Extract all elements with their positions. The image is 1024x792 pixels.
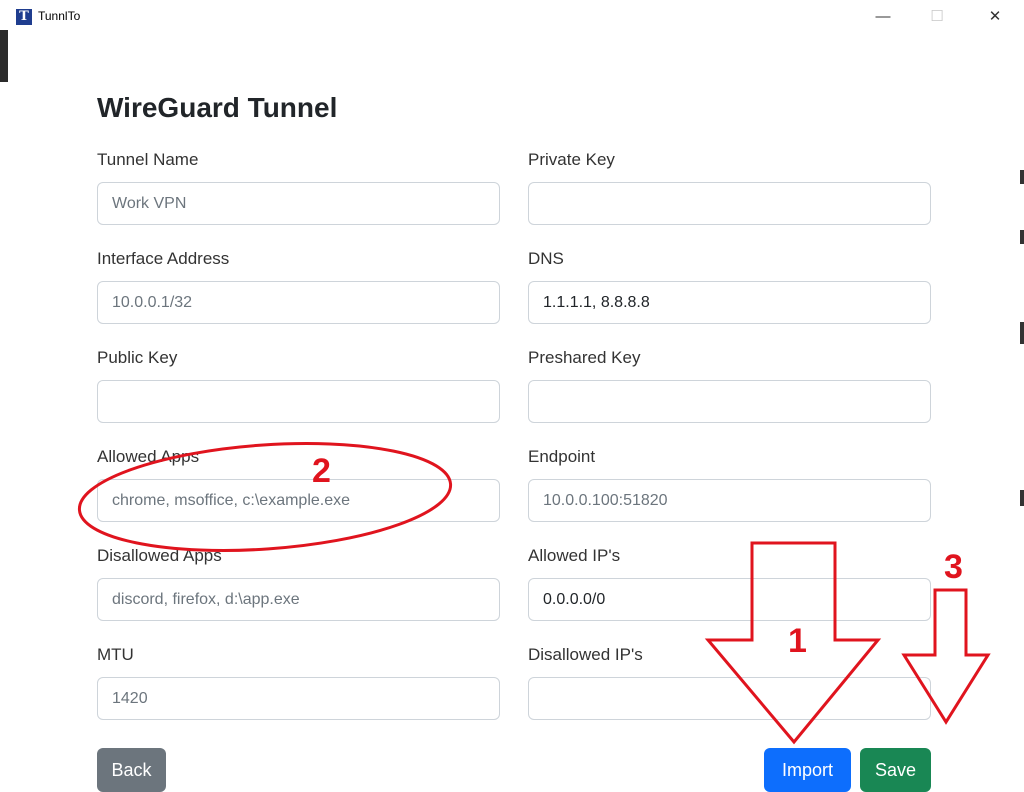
background-window-edge-right <box>1018 0 1024 787</box>
interface-address-input[interactable] <box>97 281 500 324</box>
save-button[interactable]: Save <box>860 748 931 792</box>
public-key-input[interactable] <box>97 380 500 423</box>
allowed-apps-label: Allowed Apps <box>97 447 200 466</box>
back-button[interactable]: Back <box>97 748 166 792</box>
maximize-button[interactable]: ☐ <box>914 0 960 34</box>
disallowed-apps-input[interactable] <box>97 578 500 621</box>
public-key-label: Public Key <box>97 348 178 367</box>
mtu-input[interactable] <box>97 677 500 720</box>
window-title: TunnlTo <box>38 9 81 23</box>
mtu-label: MTU <box>97 645 134 664</box>
private-key-label: Private Key <box>528 150 615 169</box>
preshared-key-label: Preshared Key <box>528 348 641 367</box>
background-window-edge <box>0 0 8 787</box>
dns-input[interactable] <box>528 281 931 324</box>
window-titlebar: T TunnlTo — ☐ ✕ <box>8 0 1018 34</box>
preshared-key-input[interactable] <box>528 380 931 423</box>
allowed-ips-label: Allowed IP's <box>528 546 621 565</box>
private-key-input[interactable] <box>528 182 931 225</box>
tunnel-name-input[interactable] <box>97 182 500 225</box>
disallowed-ips-input[interactable] <box>528 677 931 720</box>
page-title: WireGuard Tunnel <box>97 92 338 123</box>
endpoint-label: Endpoint <box>528 447 596 466</box>
annotation-number-1: 1 <box>788 622 807 660</box>
tunnel-name-label: Tunnel Name <box>97 150 199 169</box>
dns-label: DNS <box>528 249 564 268</box>
allowed-ips-input[interactable] <box>528 578 931 621</box>
import-button[interactable]: Import <box>764 748 851 792</box>
annotation-number-2: 2 <box>312 452 331 490</box>
minimize-button[interactable]: — <box>860 0 906 34</box>
app-logo-icon: T <box>16 9 32 25</box>
close-button[interactable]: ✕ <box>972 0 1018 34</box>
annotation-number-3: 3 <box>944 548 963 586</box>
disallowed-ips-label: Disallowed IP's <box>528 645 643 664</box>
allowed-apps-input[interactable] <box>97 479 500 522</box>
endpoint-input[interactable] <box>528 479 931 522</box>
disallowed-apps-label: Disallowed Apps <box>97 546 222 565</box>
interface-address-label: Interface Address <box>97 249 230 268</box>
